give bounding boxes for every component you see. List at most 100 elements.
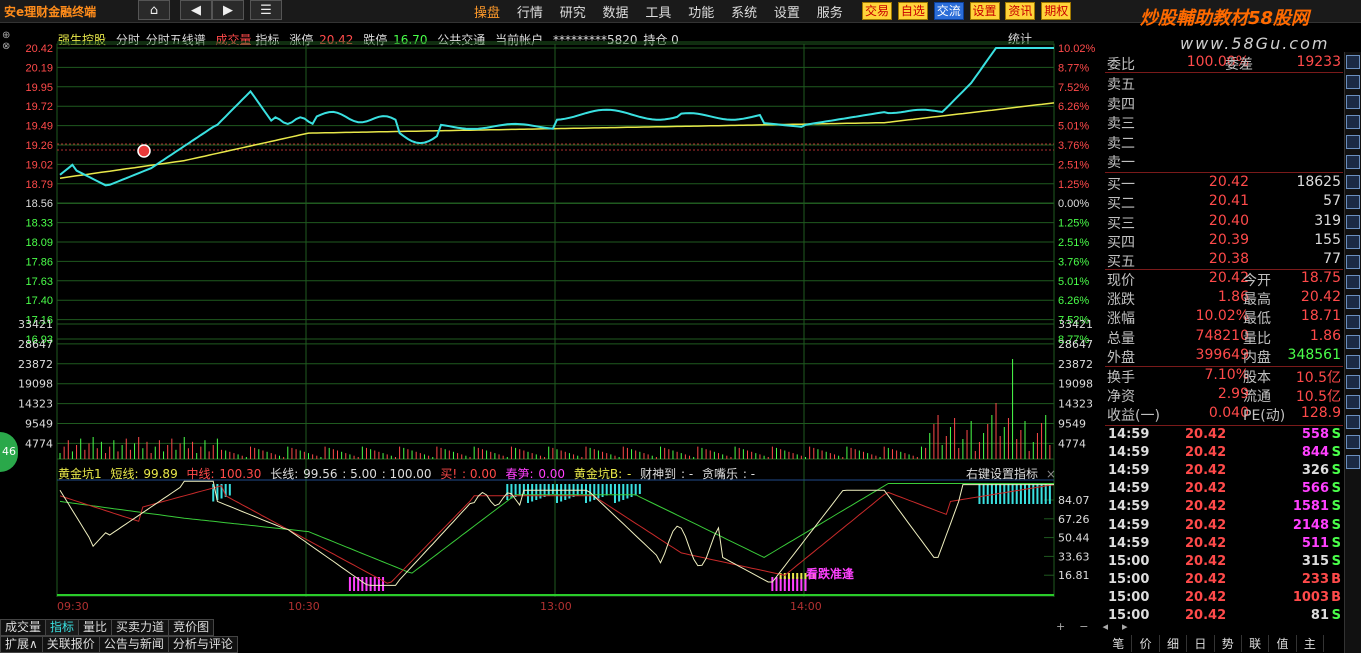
list-icon[interactable] xyxy=(1346,95,1360,109)
coin-icon[interactable] xyxy=(1346,255,1360,269)
menu-item-service[interactable]: 服务 xyxy=(817,2,843,21)
sell-2-label: 卖二 xyxy=(1107,135,1135,152)
tick-side: S xyxy=(1331,517,1341,533)
tick-row: 15:00 20.42 81 S xyxy=(1105,608,1343,626)
menu-item-market[interactable]: 行情 xyxy=(517,2,543,21)
buy-1-label: 买一 xyxy=(1107,177,1135,193)
grid-icon[interactable] xyxy=(1346,395,1360,409)
help-icon[interactable] xyxy=(1346,455,1360,469)
pct-tick-label: 0.00% xyxy=(1058,198,1089,210)
fund-stat-2-label: 收益(一) xyxy=(1107,408,1160,425)
menu-item-data[interactable]: 数据 xyxy=(603,2,629,21)
stat-3-label: 总量 xyxy=(1107,330,1135,347)
stat-3-value-2: 1.86 xyxy=(1309,327,1341,344)
home-icon[interactable]: ⌂ xyxy=(138,0,170,20)
menu-item-trade[interactable]: 操盘 xyxy=(474,2,500,21)
menu-icon[interactable]: ☰ xyxy=(250,0,282,20)
tick-side: S xyxy=(1331,427,1341,442)
tab-related-quotes[interactable]: 关联报价 xyxy=(41,636,100,653)
quote-tab-1[interactable]: 价 xyxy=(1132,635,1160,652)
menu-item-tools[interactable]: 工具 xyxy=(645,2,671,21)
tab-buy-sell-power[interactable]: 买卖力道 xyxy=(111,619,170,636)
tick-price: 20.42 xyxy=(1185,427,1227,442)
kline-icon[interactable] xyxy=(1346,315,1360,329)
arrow-down-icon[interactable] xyxy=(1346,75,1360,89)
f10-icon[interactable] xyxy=(1346,175,1360,189)
sell-5-row: 卖五 xyxy=(1105,74,1343,93)
quote-tab-3[interactable]: 日 xyxy=(1187,635,1215,652)
chat-button[interactable]: 交流 xyxy=(933,2,964,20)
menu-item-research[interactable]: 研究 xyxy=(560,2,586,21)
price-tick-label: 20.42 xyxy=(25,43,53,55)
pct-tick-label: 8.77% xyxy=(1058,62,1089,74)
quote-panel-tabs: 笔价细日势联值主 xyxy=(1105,635,1343,653)
menu-item-system[interactable]: 系统 xyxy=(731,2,757,21)
stat-0-value-2: 18.75 xyxy=(1300,270,1341,286)
news-button[interactable]: 资讯 xyxy=(1005,2,1036,20)
indicator-name[interactable]: 黄金坑1 xyxy=(58,467,102,481)
trend-icon[interactable] xyxy=(1346,135,1360,149)
stat-3-value: 748210 xyxy=(1195,327,1249,344)
pct-tick-label: 3.76% xyxy=(1058,140,1089,152)
buy-3-volume: 319 xyxy=(1314,212,1341,229)
quote-tab-4[interactable]: 势 xyxy=(1215,635,1242,652)
time-tick-label: 10:30 xyxy=(288,600,320,613)
zoom-in-icon[interactable]: + xyxy=(1056,620,1065,633)
volume-tick-label-right: 23872 xyxy=(1058,358,1093,371)
fund-stat-2-row: 收益(一) 0.040 PE(动) 128.9 xyxy=(1105,405,1343,425)
fund-stat-2-value-2: 128.9 xyxy=(1300,405,1341,422)
doc-icon[interactable] xyxy=(1346,195,1360,209)
tab-volume-ratio[interactable]: 量比 xyxy=(78,619,113,636)
tick-time: 15:00 xyxy=(1108,571,1150,587)
long-label: 长线: xyxy=(270,467,299,481)
buy-2-label: 买二 xyxy=(1107,196,1135,213)
back-icon[interactable]: ◀ xyxy=(180,0,212,20)
pct-tick-label: 7.52% xyxy=(1058,82,1089,94)
table-icon[interactable] xyxy=(1346,115,1360,129)
bar-chart-icon[interactable] xyxy=(1346,355,1360,369)
watchlist-button[interactable]: 自选 xyxy=(897,2,928,20)
price-tick-label: 18.56 xyxy=(25,198,53,210)
expand-icon[interactable] xyxy=(1346,435,1360,449)
tab-news[interactable]: 公告与新闻 xyxy=(98,636,169,653)
trade-button[interactable]: 交易 xyxy=(862,2,893,20)
calendar-icon[interactable] xyxy=(1346,215,1360,229)
tab-volume[interactable]: 成交量 xyxy=(0,619,47,636)
indicator-settings-link[interactable]: 右键设置指标 × xyxy=(966,465,1056,482)
tick-volume: 315 xyxy=(1301,553,1329,569)
pct-tick-label: 5.01% xyxy=(1058,276,1089,288)
price-tick-label: 17.40 xyxy=(25,295,53,307)
zoom-out-icon[interactable]: − xyxy=(1079,620,1088,633)
quote-tab-0[interactable]: 笔 xyxy=(1105,635,1133,652)
quote-tab-5[interactable]: 联 xyxy=(1242,635,1270,652)
tab-expand[interactable]: 扩展∧ xyxy=(0,636,43,653)
forward-icon[interactable]: ▶ xyxy=(212,0,244,20)
tick-row: 14:59 20.42 326 S xyxy=(1105,463,1343,481)
stat-4-row: 外盘 399649 内盘 348561 xyxy=(1105,347,1343,366)
tab-analysis[interactable]: 分析与评论 xyxy=(167,636,238,653)
f5-icon[interactable] xyxy=(1346,375,1360,389)
book-icon[interactable] xyxy=(1346,275,1360,289)
menu-item-settings[interactable]: 设置 xyxy=(774,2,800,21)
pct-tick-label: 6.26% xyxy=(1058,101,1089,113)
tick-price: 20.42 xyxy=(1185,589,1227,605)
tick-side: S xyxy=(1331,608,1341,623)
tab-auction[interactable]: 竞价图 xyxy=(168,619,215,636)
tab-indicator[interactable]: 指标 xyxy=(45,619,80,636)
f12-icon[interactable] xyxy=(1346,235,1360,249)
stat-4-label: 外盘 xyxy=(1107,349,1135,366)
options-button[interactable]: 期权 xyxy=(1041,2,1072,20)
arrow-up-icon[interactable] xyxy=(1346,55,1360,69)
quote-tab-7[interactable]: 主 xyxy=(1297,635,1325,652)
settings-button[interactable]: 设置 xyxy=(969,2,1000,20)
chart-icon[interactable] xyxy=(1346,155,1360,169)
menu-item-functions[interactable]: 功能 xyxy=(688,2,714,21)
line-chart-icon[interactable] xyxy=(1346,295,1360,309)
indicator-tick-label: 67.26 xyxy=(1058,513,1090,526)
quote-tab-2[interactable]: 细 xyxy=(1160,635,1188,652)
intraday-chart[interactable]: 看跌准逢 20.42 10.02% 20.19 8.77% 19.95 7.52% 19.7… xyxy=(0,22,1104,627)
close-icon[interactable]: × xyxy=(1046,467,1056,481)
quote-tab-6[interactable]: 值 xyxy=(1269,635,1297,652)
percent-icon[interactable] xyxy=(1346,335,1360,349)
x-icon[interactable] xyxy=(1346,415,1360,429)
